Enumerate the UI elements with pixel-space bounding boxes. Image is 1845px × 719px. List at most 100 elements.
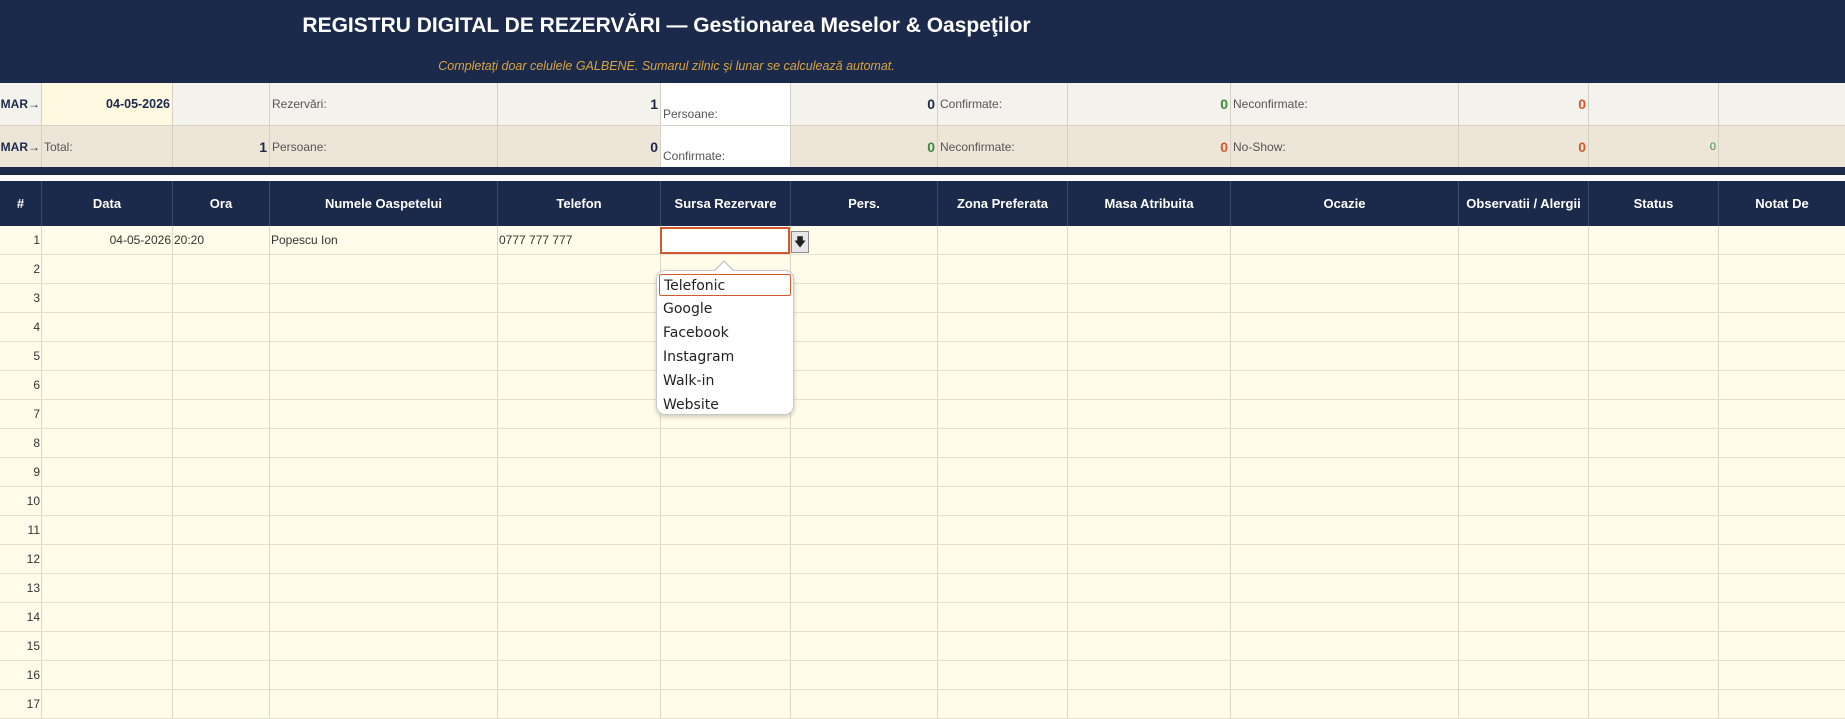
cell-nume[interactable]: Popescu Ion [270,226,498,254]
cell-status[interactable] [1589,690,1719,718]
cell-num[interactable]: 3 [0,284,42,312]
cell-nume[interactable] [270,313,498,341]
dropdown-option-facebook[interactable]: Facebook [659,322,791,344]
summary-m-confirmate-label-cell[interactable]: Confirmate: [661,126,791,167]
cell-ocazie[interactable] [1231,313,1459,341]
cell-nume[interactable] [270,458,498,486]
cell-telefon[interactable] [498,690,661,718]
cell-sursa[interactable] [661,603,791,631]
cell-notat-de[interactable] [1719,516,1845,544]
col-header-telefon[interactable]: Telefon [498,181,661,226]
dropdown-option-walk-in[interactable]: Walk-in [659,370,791,392]
cell-status[interactable] [1589,458,1719,486]
cell-nume[interactable] [270,487,498,515]
cell-status[interactable] [1589,632,1719,660]
cell-ora[interactable] [173,313,270,341]
cell-data[interactable] [42,487,173,515]
cell-num[interactable]: 14 [0,603,42,631]
cell-nume[interactable] [270,516,498,544]
cell-status[interactable] [1589,545,1719,573]
summary-empty-cell[interactable] [1719,126,1845,167]
summary-neconfirmate-value-cell[interactable]: 0 [1459,83,1589,125]
cell-observatii[interactable] [1459,371,1589,399]
cell-masa[interactable] [1068,255,1231,283]
cell-zona[interactable] [938,400,1068,428]
col-header-zona[interactable]: Zona Preferata [938,181,1068,226]
cell-zona[interactable] [938,284,1068,312]
cell-zona[interactable] [938,429,1068,457]
cell-zona[interactable] [938,603,1068,631]
cell-notat-de[interactable] [1719,690,1845,718]
cell-nume[interactable] [270,545,498,573]
cell-nume[interactable] [270,255,498,283]
cell-num[interactable]: 6 [0,371,42,399]
cell-ora[interactable] [173,342,270,370]
dropdown-option-google[interactable]: Google [659,298,791,320]
cell-sursa[interactable] [661,632,791,660]
cell-num[interactable]: 10 [0,487,42,515]
cell-pers[interactable] [791,487,938,515]
summary-m-neconfirmate-label-cell[interactable]: Neconfirmate: [938,126,1068,167]
cell-telefon[interactable] [498,545,661,573]
cell-zona[interactable] [938,226,1068,254]
cell-sursa[interactable] [661,574,791,602]
cell-data[interactable] [42,313,173,341]
cell-status[interactable] [1589,487,1719,515]
summary-m-persoane-value-cell[interactable]: 0 [498,126,661,167]
cell-observatii[interactable] [1459,516,1589,544]
col-header-status[interactable]: Status [1589,181,1719,226]
cell-observatii[interactable] [1459,545,1589,573]
cell-ocazie[interactable] [1231,574,1459,602]
summary-extra-value-cell[interactable]: 0 [1589,126,1719,167]
summary-neconfirmate-label-cell[interactable]: Neconfirmate: [1231,83,1459,125]
summary-daily-label-cell[interactable]: SUMAR→ [0,83,42,125]
cell-ora[interactable] [173,574,270,602]
col-header-data[interactable]: Data [42,181,173,226]
cell-pers[interactable] [791,313,938,341]
cell-ocazie[interactable] [1231,255,1459,283]
cell-ora[interactable]: 20:20 [173,226,270,254]
cell-num[interactable]: 1 [0,226,42,254]
cell-notat-de[interactable] [1719,458,1845,486]
cell-ora[interactable] [173,545,270,573]
cell-telefon[interactable] [498,661,661,689]
summary-empty-cell[interactable] [1589,83,1719,125]
cell-pers[interactable] [791,400,938,428]
summary-empty-cell[interactable] [173,83,270,125]
cell-sursa[interactable] [661,487,791,515]
cell-num[interactable]: 8 [0,429,42,457]
cell-ora[interactable] [173,284,270,312]
cell-ora[interactable] [173,661,270,689]
cell-ora[interactable] [173,458,270,486]
cell-data[interactable] [42,574,173,602]
cell-nume[interactable] [270,284,498,312]
cell-notat-de[interactable] [1719,574,1845,602]
cell-data[interactable] [42,458,173,486]
cell-masa[interactable] [1068,661,1231,689]
cell-masa[interactable] [1068,603,1231,631]
cell-telefon[interactable]: 0777 777 777 [498,226,661,254]
summary-persoane-label-cell[interactable]: Persoane: [661,83,791,125]
cell-data[interactable] [42,400,173,428]
cell-ora[interactable] [173,516,270,544]
cell-pers[interactable] [791,226,938,254]
cell-ocazie[interactable] [1231,690,1459,718]
cell-notat-de[interactable] [1719,400,1845,428]
cell-telefon[interactable] [498,603,661,631]
cell-status[interactable] [1589,574,1719,602]
cell-masa[interactable] [1068,226,1231,254]
cell-nume[interactable] [270,342,498,370]
cell-num[interactable]: 17 [0,690,42,718]
cell-data[interactable] [42,603,173,631]
cell-observatii[interactable] [1459,313,1589,341]
cell-zona[interactable] [938,632,1068,660]
cell-ocazie[interactable] [1231,429,1459,457]
cell-notat-de[interactable] [1719,545,1845,573]
cell-data[interactable] [42,429,173,457]
summary-noshow-value-cell[interactable]: 0 [1459,126,1589,167]
cell-data[interactable]: 04-05-2026 [42,226,173,254]
summary-confirmate-value-cell[interactable]: 0 [1068,83,1231,125]
cell-zona[interactable] [938,574,1068,602]
cell-ora[interactable] [173,487,270,515]
cell-observatii[interactable] [1459,661,1589,689]
